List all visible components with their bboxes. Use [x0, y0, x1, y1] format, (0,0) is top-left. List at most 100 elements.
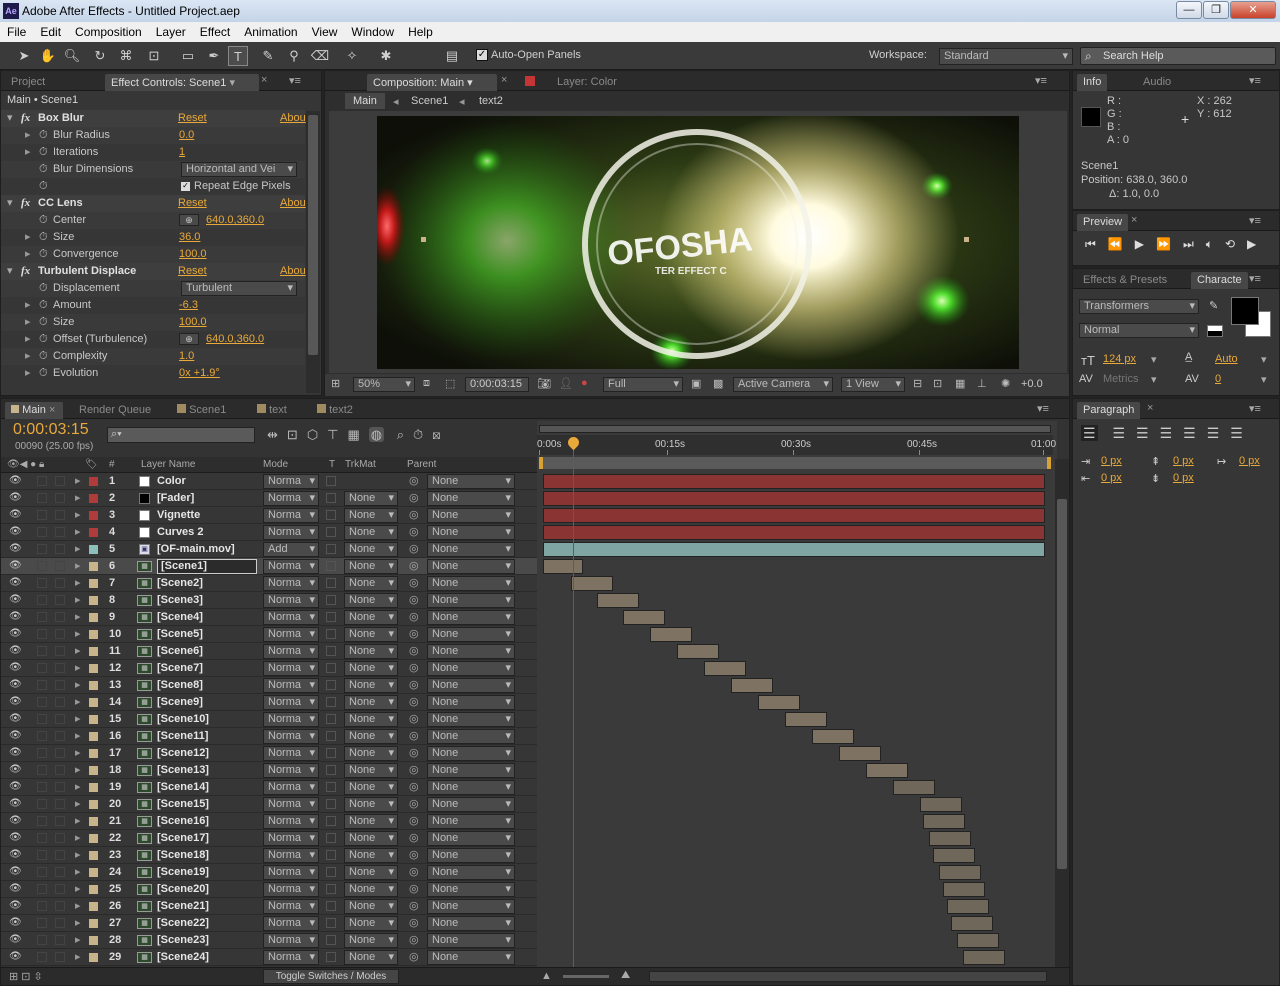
- pickwhip-icon[interactable]: ◎: [409, 864, 419, 880]
- tab-text2[interactable]: text2: [311, 402, 359, 419]
- stopwatch-icon[interactable]: ⏱: [39, 144, 48, 161]
- disclosure-triangle-icon[interactable]: ▸: [75, 643, 81, 659]
- layer-duration-bar[interactable]: [543, 525, 1045, 540]
- trkmat-dropdown[interactable]: None ▾: [344, 950, 398, 965]
- disclosure-triangle-icon[interactable]: ▸: [25, 144, 31, 161]
- toggle-pixel-aspect-icon[interactable]: ⊟: [913, 377, 922, 390]
- visibility-eye-icon[interactable]: 👁︎: [9, 830, 22, 846]
- zoom-dropdown[interactable]: 50% ▾: [353, 377, 415, 392]
- layer-name[interactable]: [Scene12]: [157, 745, 209, 761]
- auto-keyframe-icon[interactable]: ⏱: [413, 427, 432, 442]
- property-value[interactable]: 1: [179, 144, 185, 161]
- disclosure-triangle-icon[interactable]: ▾: [7, 195, 13, 212]
- layer-duration-bar[interactable]: [758, 695, 800, 710]
- hand-tool-icon[interactable]: ✋: [38, 46, 58, 66]
- label-color-swatch[interactable]: [89, 477, 98, 486]
- pickwhip-icon[interactable]: ◎: [409, 847, 419, 863]
- solo-switch[interactable]: [37, 493, 47, 503]
- trkmat-dropdown[interactable]: None ▾: [344, 712, 398, 727]
- preserve-transparency-switch[interactable]: [326, 680, 336, 690]
- timeline-icon[interactable]: ▦: [955, 377, 965, 390]
- preserve-transparency-switch[interactable]: [326, 663, 336, 673]
- panel-menu-icon[interactable]: ▾≡: [1249, 214, 1261, 227]
- layer-name[interactable]: [Scene2]: [157, 575, 203, 591]
- blend-mode-dropdown[interactable]: Norma ▾: [263, 780, 319, 795]
- label-color-swatch[interactable]: [89, 732, 98, 741]
- region-of-interest-icon[interactable]: ▣: [691, 377, 701, 390]
- visibility-eye-icon[interactable]: 👁︎: [9, 915, 22, 931]
- lock-switch[interactable]: [55, 952, 65, 962]
- visibility-eye-icon[interactable]: 👁︎: [9, 881, 22, 897]
- trkmat-dropdown[interactable]: None ▾: [344, 831, 398, 846]
- layer-name[interactable]: [Scene21]: [157, 898, 209, 914]
- close-tab-icon[interactable]: ×: [1147, 402, 1153, 414]
- solo-switch[interactable]: [37, 544, 47, 554]
- label-color-swatch[interactable]: [89, 579, 98, 588]
- loop-icon[interactable]: ⟲: [1225, 237, 1247, 251]
- pickwhip-icon[interactable]: ◎: [409, 745, 419, 761]
- blend-mode-dropdown[interactable]: Norma ▾: [263, 950, 319, 965]
- chevron-down-icon[interactable]: ▾: [1261, 373, 1267, 386]
- preserve-transparency-switch[interactable]: [326, 629, 336, 639]
- layer-row[interactable]: 👁︎ ▸ 9 ▦ [Scene4] Norma ▾ None ▾ ◎ None ▾: [1, 609, 537, 626]
- solo-switch[interactable]: [37, 646, 47, 656]
- pen-tool-icon[interactable]: ✒: [204, 46, 224, 66]
- disclosure-triangle-icon[interactable]: ▸: [75, 609, 81, 625]
- pickwhip-icon[interactable]: ◎: [409, 558, 419, 574]
- layer-duration-bar[interactable]: [731, 678, 773, 693]
- tab-text[interactable]: text: [251, 402, 293, 419]
- disclosure-triangle-icon[interactable]: ▸: [75, 694, 81, 710]
- auto-open-checkbox[interactable]: ✓: [476, 49, 488, 61]
- solo-switch[interactable]: [37, 595, 47, 605]
- trkmat-dropdown[interactable]: None ▾: [344, 542, 398, 557]
- fill-color-swatch-front[interactable]: [1231, 297, 1259, 325]
- blend-mode-dropdown[interactable]: Norma ▾: [263, 899, 319, 914]
- lock-switch[interactable]: [55, 935, 65, 945]
- menu-window[interactable]: Window: [344, 22, 401, 39]
- first-line-indent-value[interactable]: 0 px: [1239, 455, 1260, 467]
- time-navigator[interactable]: [539, 425, 1051, 433]
- layer-duration-bar[interactable]: [650, 627, 692, 642]
- layer-row[interactable]: 👁︎ ▸ 6 ▦ [Scene1] Norma ▾ None ▾ ◎ None ▾: [1, 558, 537, 575]
- solo-switch[interactable]: [37, 629, 47, 639]
- solo-switch[interactable]: [37, 561, 47, 571]
- disclosure-triangle-icon[interactable]: ▸: [75, 575, 81, 591]
- visibility-eye-icon[interactable]: 👁︎: [9, 507, 22, 523]
- pickwhip-icon[interactable]: ◎: [409, 643, 419, 659]
- label-color-swatch[interactable]: [89, 630, 98, 639]
- fx-icon[interactable]: fx: [21, 263, 30, 280]
- layer-row[interactable]: 👁︎ ▸ 10 ▦ [Scene5] Norma ▾ None ▾ ◎ None ▾: [1, 626, 537, 643]
- fx-icon[interactable]: fx: [21, 195, 30, 212]
- layer-row[interactable]: 👁︎ ▸ 25 ▦ [Scene20] Norma ▾ None ▾ ◎ None ▾: [1, 881, 537, 898]
- layer-row[interactable]: 👁︎ ▸ 12 ▦ [Scene7] Norma ▾ None ▾ ◎ None ▾: [1, 660, 537, 677]
- layer-row[interactable]: 👁︎ ▸ 1 Color Norma ▾ ◎ None ▾: [1, 473, 537, 490]
- lock-switch[interactable]: [55, 765, 65, 775]
- zoom-in-icon[interactable]: ⛰: [621, 969, 630, 982]
- trkmat-dropdown[interactable]: None ▾: [344, 899, 398, 914]
- parent-dropdown[interactable]: None ▾: [427, 814, 515, 829]
- last-frame-icon[interactable]: ⏭: [1183, 237, 1206, 251]
- label-color-swatch[interactable]: [89, 528, 98, 537]
- visibility-eye-icon[interactable]: 👁︎: [9, 541, 22, 557]
- solo-switch[interactable]: [37, 663, 47, 673]
- effect-about-link[interactable]: Abou: [280, 195, 306, 212]
- pickwhip-icon[interactable]: ◎: [409, 541, 419, 557]
- effect-reset-link[interactable]: Reset: [178, 195, 207, 212]
- trkmat-dropdown[interactable]: None ▾: [344, 525, 398, 540]
- selection-tool-icon[interactable]: ➤: [14, 46, 34, 66]
- stopwatch-icon[interactable]: ⏱: [39, 348, 48, 365]
- property-value[interactable]: 100.0: [179, 246, 207, 263]
- disclosure-triangle-icon[interactable]: ▸: [25, 331, 31, 348]
- time-ruler[interactable]: 0:00s 00:15s 00:30s 00:45s 01:00: [537, 435, 1056, 455]
- label-color-swatch[interactable]: [89, 766, 98, 775]
- label-color-swatch[interactable]: [89, 681, 98, 690]
- scrollbar-thumb[interactable]: [308, 115, 318, 355]
- visibility-eye-icon[interactable]: 👁︎: [9, 660, 22, 676]
- effect-reset-link[interactable]: Reset: [178, 263, 207, 280]
- preserve-transparency-switch[interactable]: [326, 799, 336, 809]
- stopwatch-icon[interactable]: ⏱: [39, 246, 48, 263]
- solo-switch[interactable]: [37, 765, 47, 775]
- restore-button[interactable]: ❐: [1203, 1, 1229, 19]
- solo-switch[interactable]: [37, 731, 47, 741]
- layer-duration-bar[interactable]: [893, 780, 935, 795]
